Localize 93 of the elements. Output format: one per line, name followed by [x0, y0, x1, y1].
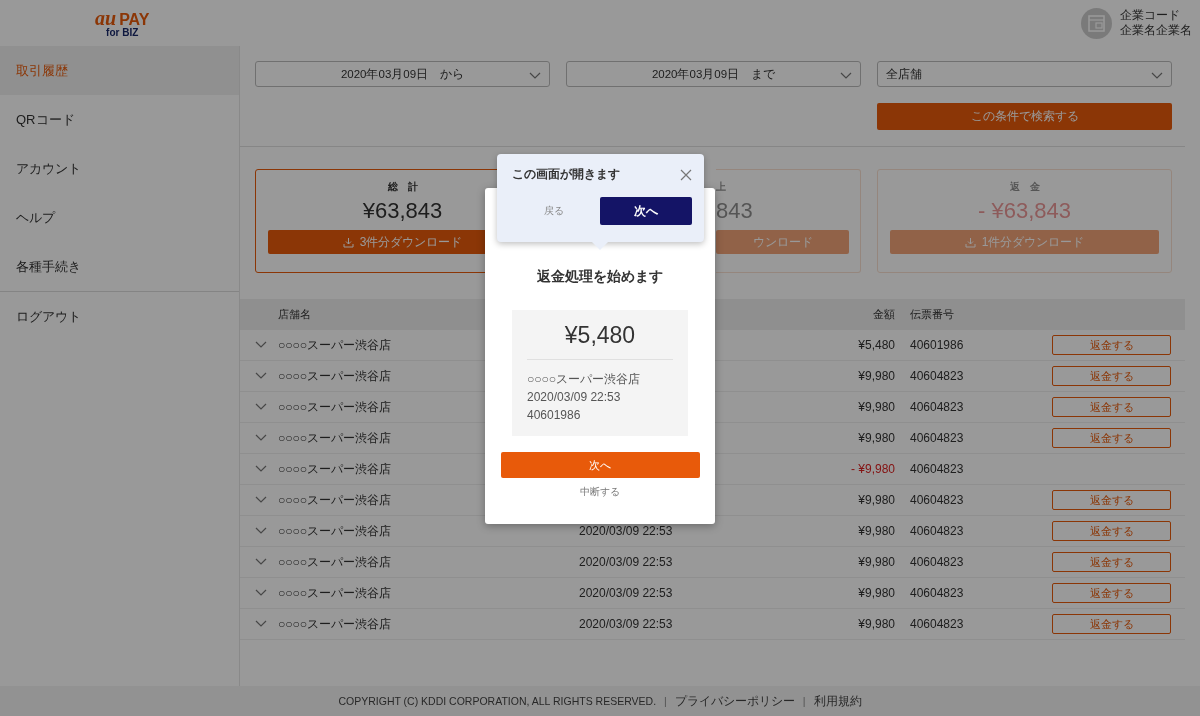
slip-number-cell: 40604823: [910, 617, 964, 631]
chevron-down-icon: [1151, 72, 1163, 80]
chevron-down-icon: [255, 620, 267, 628]
sidebar-item[interactable]: 取引履歴: [0, 46, 239, 95]
sidebar-item[interactable]: 各種手続き: [0, 242, 239, 291]
slip-number-cell: 40604823: [910, 555, 964, 569]
chevron-down-icon: [255, 527, 267, 535]
date-cell: 2020/03/09 22:53: [579, 555, 673, 569]
amount-cell: ¥9,980: [858, 400, 895, 414]
date-cell: 2020/03/09 22:53: [579, 586, 673, 600]
store-cell: ○○○○スーパー渋谷店: [278, 398, 391, 416]
logout-link[interactable]: ログアウト: [0, 292, 239, 341]
store-select[interactable]: 全店舗: [877, 61, 1172, 87]
amount-cell: ¥9,980: [858, 369, 895, 383]
footer-link[interactable]: プライバシーポリシー: [674, 692, 795, 710]
store-cell: ○○○○スーパー渋谷店: [278, 367, 391, 385]
amount-cell: ¥9,980: [858, 586, 895, 600]
amount-cell: - ¥9,980: [850, 462, 895, 476]
amount-cell: ¥9,980: [858, 555, 895, 569]
card-amount: - ¥63,843: [978, 198, 1071, 224]
store-cell: ○○○○スーパー渋谷店: [278, 522, 391, 540]
slip-number-cell: 40601986: [910, 338, 964, 352]
card-title: 総 計: [387, 180, 418, 194]
chevron-down-icon: [255, 465, 267, 473]
search-button[interactable]: この条件で検索する: [877, 103, 1172, 130]
amount-cell: ¥9,980: [858, 617, 895, 631]
popover-next-button[interactable]: 次へ: [600, 197, 692, 225]
slip-number-cell: 40604823: [910, 586, 964, 600]
chevron-down-icon: [529, 72, 541, 80]
logo: au PAY for BIZ: [95, 8, 150, 38]
sidebar-item[interactable]: アカウント: [0, 144, 239, 193]
chevron-down-icon: [255, 434, 267, 442]
dialog-store: ○○○○スーパー渋谷店: [527, 371, 641, 388]
refund-button[interactable]: 返金する: [1052, 397, 1171, 417]
store-cell: ○○○○スーパー渋谷店: [278, 553, 391, 571]
card-amount: 843: [716, 198, 753, 224]
card-amount: ¥63,843: [362, 198, 443, 224]
store-cell: ○○○○スーパー渋谷店: [278, 429, 391, 447]
footer-link[interactable]: 利用規約: [813, 692, 862, 710]
next-button[interactable]: 次へ: [500, 452, 700, 478]
refund-button[interactable]: 返金する: [1052, 490, 1171, 510]
refund-button[interactable]: 返金する: [1052, 366, 1171, 386]
dialog-datetime: 2020/03/09 22:53: [527, 389, 622, 406]
store-icon: [1081, 7, 1112, 39]
refund-button[interactable]: 返金する: [1052, 583, 1171, 603]
refund-button[interactable]: 返金する: [1052, 521, 1171, 541]
chevron-down-icon: [255, 589, 267, 597]
from-date-select[interactable]: 2020年03月09日 から: [255, 61, 550, 87]
refund-button[interactable]: 返金する: [1052, 335, 1171, 355]
slip-number-cell: 40604823: [910, 369, 964, 383]
store-cell: ○○○○スーパー渋谷店: [278, 336, 391, 354]
column-header: 金額: [873, 307, 895, 322]
store-cell: ○○○○スーパー渋谷店: [278, 491, 391, 509]
sidebar-item[interactable]: ヘルプ: [0, 193, 239, 242]
slip-number-cell: 40604823: [910, 400, 964, 414]
chevron-down-icon: [255, 372, 267, 380]
link-separator: |: [664, 695, 667, 707]
column-header: 伝票番号: [910, 307, 954, 322]
card-title: 上: [716, 180, 726, 194]
dialog-slip-number: 40601986: [527, 407, 582, 424]
store-cell: ○○○○スーパー渋谷店: [278, 460, 391, 478]
refund-button[interactable]: 返金する: [1052, 552, 1171, 572]
slip-number-cell: 40604823: [910, 462, 964, 476]
amount-cell: ¥5,480: [858, 338, 895, 352]
close-icon[interactable]: [680, 168, 692, 181]
chevron-down-icon: [840, 72, 852, 80]
company-code: 企業コード: [1120, 8, 1181, 23]
card-title: 返 金: [1009, 180, 1040, 194]
slip-number-cell: 40604823: [910, 524, 964, 538]
cancel-button[interactable]: 中断する: [580, 485, 620, 499]
refund-button[interactable]: 返金する: [1052, 428, 1171, 448]
chevron-down-icon: [255, 341, 267, 349]
copyright-text: COPYRIGHT (C) KDDI CORPORATION, ALL RIGHTS RESERVED.: [338, 695, 657, 707]
link-separator: |: [802, 695, 806, 707]
company-name: 企業名企業名: [1120, 23, 1192, 38]
dialog-amount: ¥5,480: [527, 322, 673, 360]
amount-cell: ¥9,980: [858, 493, 895, 507]
column-header: 店舗名: [278, 307, 311, 322]
download-icon: [342, 236, 354, 248]
to-date-select[interactable]: 2020年03月09日 まで: [566, 61, 861, 87]
chevron-down-icon: [255, 496, 267, 504]
chevron-down-icon: [255, 403, 267, 411]
amount-cell: ¥9,980: [858, 431, 895, 445]
refund-button[interactable]: 返金する: [1052, 614, 1171, 634]
date-cell: 2020/03/09 22:53: [579, 524, 673, 538]
store-cell: ○○○○スーパー渋谷店: [278, 584, 391, 602]
chevron-down-icon: [255, 558, 267, 566]
store-cell: ○○○○スーパー渋谷店: [278, 615, 391, 633]
date-cell: 2020/03/09 22:53: [579, 617, 673, 631]
amount-cell: ¥9,980: [858, 524, 895, 538]
slip-number-cell: 40604823: [910, 431, 964, 445]
sidebar-item[interactable]: QRコード: [0, 95, 239, 144]
slip-number-cell: 40604823: [910, 493, 964, 507]
